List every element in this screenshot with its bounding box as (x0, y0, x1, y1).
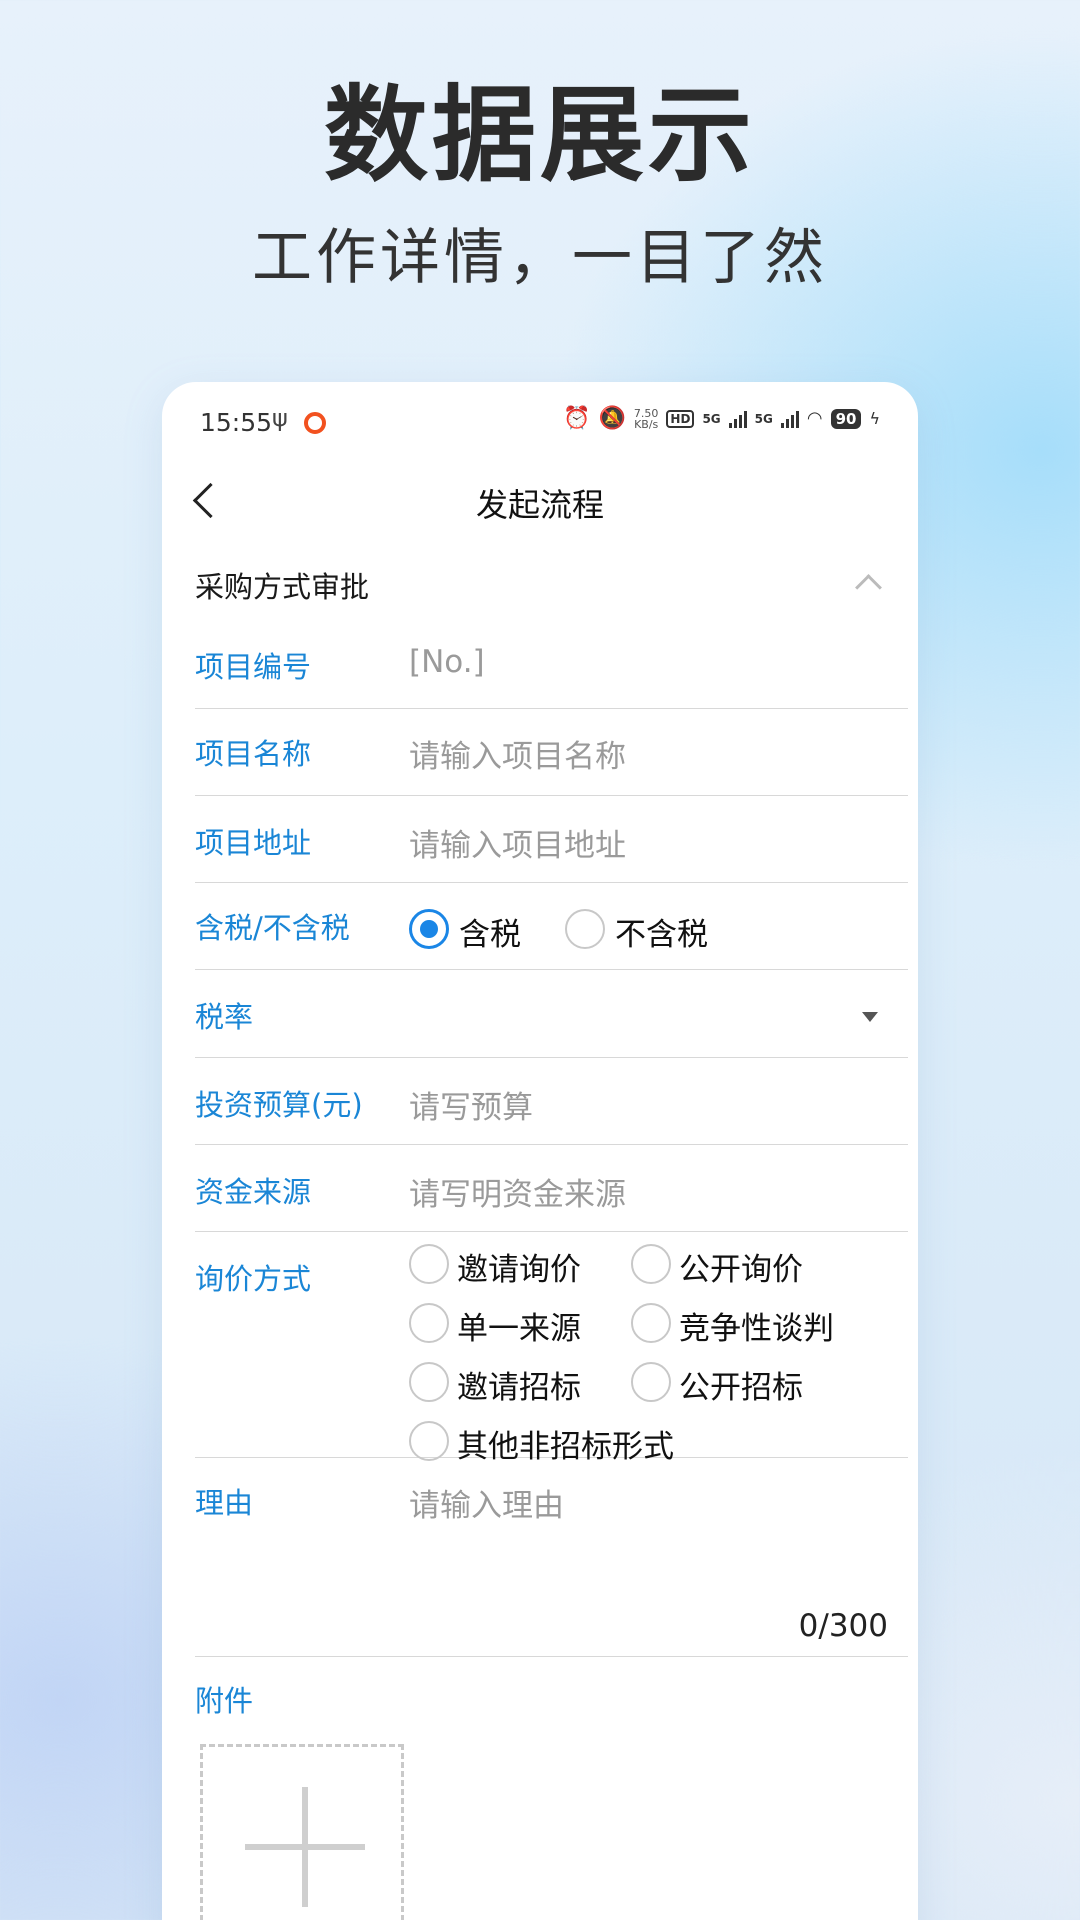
radio-inquiry-public[interactable] (631, 1244, 671, 1284)
inquiry-option-label[interactable]: 邀请招标 (457, 1362, 581, 1407)
project-no-label: 项目编号 (195, 650, 312, 684)
project-address-input[interactable]: 请输入项目地址 (409, 820, 626, 865)
dropdown-arrow-icon[interactable] (862, 1012, 878, 1022)
inquiry-method-row: 询价方式 邀请询价 公开询价 单一来源 竞争性谈判 邀请招标 公开招标 其他非招… (195, 1232, 908, 1465)
hd-badge: HD (666, 409, 695, 428)
reason-label: 理由 (195, 1486, 254, 1520)
budget-label: 投资预算(元) (195, 1088, 363, 1122)
project-address-label: 项目地址 (195, 826, 312, 860)
fund-source-input[interactable]: 请写明资金来源 (409, 1169, 626, 1214)
radio-inquiry-invite[interactable] (409, 1244, 449, 1284)
signal-bars-icon (728, 410, 747, 428)
radio-tax-excluded[interactable] (565, 909, 605, 949)
budget-row[interactable]: 投资预算(元) 请写预算 (195, 1058, 908, 1145)
tax-type-row: 含税/不含税 含税 不含税 (195, 883, 908, 970)
signal-5g-2: 5G (754, 411, 773, 426)
attachment-label: 附件 (195, 1684, 254, 1718)
net-speed: 7.50 KB/s (634, 408, 659, 430)
fund-source-label: 资金来源 (195, 1175, 312, 1209)
status-icons: ⏰ 🔕 7.50 KB/s HD 5G 5G ◠ 90 ϟ (563, 406, 880, 431)
usb-icon: ψ (272, 404, 288, 432)
section-title: 采购方式审批 (195, 570, 370, 604)
radio-public-tender[interactable] (631, 1362, 671, 1402)
section-header[interactable]: 采购方式审批 (162, 542, 918, 622)
chevron-up-icon[interactable] (855, 574, 882, 601)
nav-bar: 发起流程 (162, 462, 918, 542)
battery-level: 90 (830, 408, 862, 429)
inquiry-option-label[interactable]: 公开询价 (679, 1244, 803, 1289)
signal-5g-1: 5G (702, 411, 721, 426)
tax-type-label: 含税/不含税 (195, 911, 350, 945)
tax-included-label[interactable]: 含税 (459, 909, 521, 954)
inquiry-method-label: 询价方式 (195, 1262, 312, 1296)
fund-source-row[interactable]: 资金来源 请写明资金来源 (195, 1145, 908, 1232)
status-time: 15:55 (200, 408, 273, 437)
signal-bars-icon (780, 410, 799, 428)
project-name-row[interactable]: 项目名称 请输入项目名称 (195, 709, 908, 796)
alarm-icon: ⏰ (563, 406, 591, 431)
project-name-input[interactable]: 请输入项目名称 (409, 731, 626, 776)
inquiry-option-label[interactable]: 单一来源 (457, 1303, 581, 1348)
tax-excluded-label[interactable]: 不含税 (615, 909, 708, 954)
recording-icon (304, 412, 326, 434)
project-address-row[interactable]: 项目地址 请输入项目地址 (195, 796, 908, 883)
plus-icon (203, 1747, 401, 1920)
inquiry-option-label[interactable]: 公开招标 (679, 1362, 803, 1407)
phone-screen: 15:55 ψ ⏰ 🔕 7.50 KB/s HD 5G 5G ◠ 90 ϟ 发起… (162, 382, 918, 1920)
page-title: 发起流程 (475, 486, 604, 524)
charging-icon: ϟ (869, 409, 880, 428)
mute-bell-icon: 🔕 (598, 406, 626, 431)
project-no-row: 项目编号 [No.] (195, 622, 908, 709)
promo-subline: 工作详情，一目了然 (252, 223, 828, 293)
inquiry-option-label[interactable]: 竞争性谈判 (679, 1303, 834, 1348)
project-name-label: 项目名称 (195, 737, 312, 771)
radio-single-source[interactable] (409, 1303, 449, 1343)
wifi-icon: ◠ (806, 408, 823, 429)
net-speed-unit: KB/s (634, 417, 659, 431)
tax-rate-label: 税率 (195, 1000, 254, 1034)
status-bar: 15:55 ψ ⏰ 🔕 7.50 KB/s HD 5G 5G ◠ 90 ϟ (162, 382, 918, 462)
radio-competitive-negotiation[interactable] (631, 1303, 671, 1343)
upload-button[interactable] (200, 1744, 404, 1920)
project-no-value: [No.] (409, 644, 485, 680)
inquiry-option-label[interactable]: 邀请询价 (457, 1244, 581, 1289)
reason-textarea[interactable]: 请输入理由 (409, 1480, 564, 1525)
char-counter: 0/300 (798, 1608, 888, 1644)
radio-tax-included[interactable] (409, 909, 449, 949)
reason-row[interactable]: 理由 请输入理由 0/300 (195, 1458, 908, 1657)
budget-input[interactable]: 请写预算 (409, 1082, 533, 1127)
radio-other-non-tender[interactable] (409, 1421, 449, 1461)
radio-invite-tender[interactable] (409, 1362, 449, 1402)
tax-rate-row[interactable]: 税率 (195, 970, 908, 1058)
promo-headline: 数据展示 (323, 74, 756, 196)
